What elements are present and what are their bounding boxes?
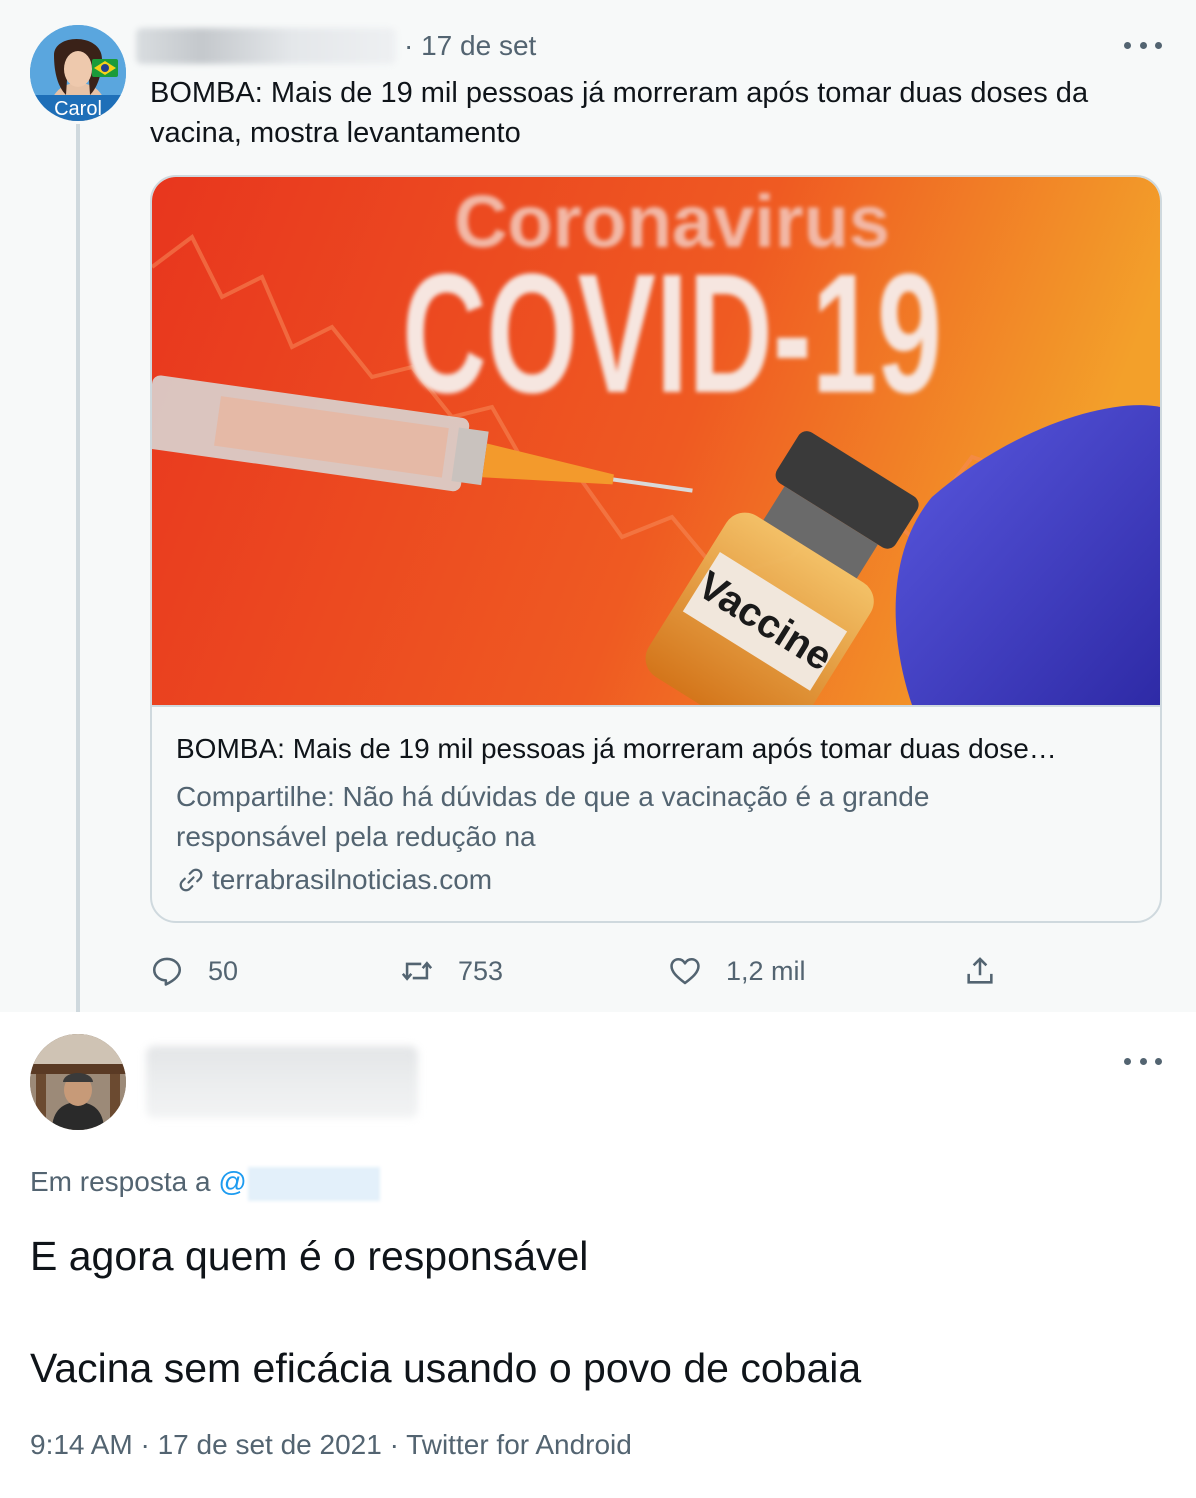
card-image[interactable]: Coronavirus COVID-19 Vaccine bbox=[152, 177, 1160, 705]
blurred-username bbox=[136, 28, 396, 64]
tweet-text: BOMBA: Mais de 19 mil pessoas já morrera… bbox=[150, 77, 1089, 149]
more-icon[interactable] bbox=[1124, 30, 1162, 60]
like-icon bbox=[670, 957, 700, 985]
reply-text-line2: Vacina sem eficácia usando o povo de cob… bbox=[30, 1345, 862, 1391]
tweet-meta[interactable]: 9:14 AM · 17 de set de 2021 · Twitter fo… bbox=[30, 1429, 632, 1461]
like-button[interactable]: 1,2 mil bbox=[668, 948, 806, 994]
retweet-count: 753 bbox=[458, 955, 504, 986]
retweet-button[interactable]: 753 bbox=[400, 948, 503, 994]
share-button[interactable] bbox=[963, 948, 997, 994]
flag-icon bbox=[92, 59, 118, 77]
tweet-date[interactable]: · 17 de set bbox=[404, 30, 536, 62]
link-preview-card[interactable]: Coronavirus COVID-19 Vaccine BOMBA: Mais… bbox=[150, 175, 1162, 923]
reply-button[interactable]: 50 bbox=[150, 948, 238, 994]
more-icon[interactable] bbox=[1124, 1046, 1162, 1076]
avatar-label: Carol bbox=[54, 98, 102, 120]
reply-handle-at[interactable]: @ bbox=[218, 1166, 246, 1197]
reply-context: Em resposta a @ bbox=[30, 1166, 380, 1201]
card-description: Compartilhe: Não há dúvidas de que a vac… bbox=[176, 781, 930, 852]
parent-tweet[interactable]: Carol · 17 de set BOMBA: Mais de 19 mil … bbox=[0, 0, 1196, 1012]
reply-text-line1: E agora quem é o responsável bbox=[30, 1233, 589, 1279]
image-text-main: COVID-19 bbox=[402, 239, 942, 429]
link-icon bbox=[179, 868, 203, 892]
like-count: 1,2 mil bbox=[726, 955, 806, 986]
reply-icon bbox=[152, 957, 182, 986]
card-title[interactable]: BOMBA: Mais de 19 mil pessoas já morrera… bbox=[176, 733, 1136, 765]
tweet-actions: 50 753 1,2 mil bbox=[0, 948, 1196, 994]
avatar[interactable]: Carol bbox=[30, 25, 126, 121]
blurred-reply-username bbox=[146, 1046, 418, 1118]
reply-avatar-image bbox=[30, 1034, 126, 1130]
card-domain-text: terrabrasilnoticias.com bbox=[212, 864, 493, 895]
thread-line bbox=[76, 124, 80, 1012]
avatar-image: Carol bbox=[30, 25, 126, 121]
card-domain[interactable]: terrabrasilnoticias.com bbox=[176, 863, 492, 897]
reply-text: E agora quem é o responsável Vacina sem … bbox=[30, 1228, 1160, 1452]
blurred-reply-handle bbox=[247, 1166, 380, 1201]
reply-count: 50 bbox=[208, 955, 239, 986]
card-divider bbox=[152, 705, 1160, 707]
retweet-icon bbox=[401, 961, 433, 981]
share-icon bbox=[967, 957, 993, 984]
reply-avatar[interactable] bbox=[30, 1034, 126, 1130]
reply-prefix: Em resposta a bbox=[30, 1166, 219, 1197]
